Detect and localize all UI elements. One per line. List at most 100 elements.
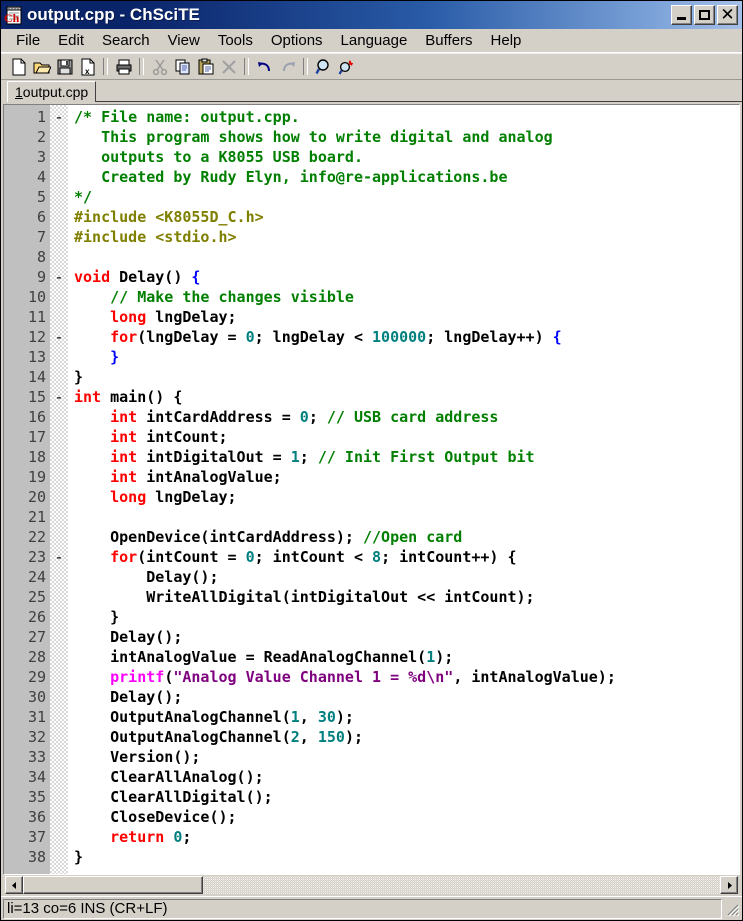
horizontal-scrollbar[interactable] — [5, 876, 738, 896]
code-line[interactable]: CloseDevice(); — [74, 807, 739, 827]
hscroll-thumb[interactable] — [23, 876, 203, 894]
code-token: 1 — [291, 448, 300, 466]
redo-button[interactable] — [276, 56, 299, 78]
menu-help[interactable]: Help — [482, 31, 531, 50]
menu-view[interactable]: View — [159, 31, 209, 50]
cut-button[interactable] — [148, 56, 171, 78]
fold-blank — [50, 847, 68, 867]
code-line[interactable]: Version(); — [74, 747, 739, 767]
line-number: 38 — [4, 847, 46, 867]
resize-grip[interactable] — [724, 901, 740, 917]
code-line[interactable]: ClearAllDigital(); — [74, 787, 739, 807]
code-line[interactable]: return 0; — [74, 827, 739, 847]
code-line[interactable] — [74, 247, 739, 267]
menu-search[interactable]: Search — [93, 31, 159, 50]
line-number: 23 — [4, 547, 46, 567]
fold-blank — [50, 727, 68, 747]
maximize-button[interactable] — [694, 5, 715, 25]
code-line[interactable]: OutputAnalogChannel(2, 150); — [74, 727, 739, 747]
code-text[interactable]: /* File name: output.cpp. This program s… — [68, 105, 739, 874]
code-line[interactable]: */ — [74, 187, 739, 207]
undo-button[interactable] — [253, 56, 276, 78]
print-button[interactable] — [112, 56, 135, 78]
replace-button[interactable] — [335, 56, 358, 78]
menu-file[interactable]: File — [7, 31, 49, 50]
code-line[interactable]: Delay(); — [74, 687, 739, 707]
code-line[interactable]: void Delay() { — [74, 267, 739, 287]
code-line[interactable]: OutputAnalogChannel(1, 30); — [74, 707, 739, 727]
save-file-button[interactable] — [53, 56, 76, 78]
status-text: li=13 co=6 INS (CR+LF) — [3, 899, 722, 919]
paste-button[interactable] — [194, 56, 217, 78]
close-file-button[interactable]: x — [76, 56, 99, 78]
scroll-left-button[interactable] — [5, 876, 23, 894]
code-line[interactable]: int main() { — [74, 387, 739, 407]
find-button[interactable] — [312, 56, 335, 78]
code-line[interactable]: long lngDelay; — [74, 307, 739, 327]
fold-toggle[interactable]: - — [50, 387, 68, 407]
delete-button[interactable] — [217, 56, 240, 78]
code-token — [74, 488, 110, 506]
menu-options[interactable]: Options — [262, 31, 332, 50]
fold-blank — [50, 227, 68, 247]
code-line[interactable]: int intAnalogValue; — [74, 467, 739, 487]
minimize-button[interactable] — [671, 5, 692, 25]
code-line[interactable]: outputs to a K8055 USB board. — [74, 147, 739, 167]
menu-edit[interactable]: Edit — [49, 31, 93, 50]
code-line[interactable]: Delay(); — [74, 627, 739, 647]
code-line[interactable]: } — [74, 347, 739, 367]
code-line[interactable]: int intDigitalOut = 1; // Init First Out… — [74, 447, 739, 467]
chscite-notepad-icon: Ch — [4, 5, 24, 25]
line-number: 7 — [4, 227, 46, 247]
copy-button[interactable] — [171, 56, 194, 78]
code-token: OpenDevice(intCardAddress); — [74, 528, 363, 546]
fold-toggle[interactable]: - — [50, 547, 68, 567]
code-token: 1 — [291, 708, 300, 726]
code-line[interactable]: /* File name: output.cpp. — [74, 107, 739, 127]
code-line[interactable]: OpenDevice(intCardAddress); //Open card — [74, 527, 739, 547]
redo-icon — [279, 58, 297, 76]
line-number: 17 — [4, 427, 46, 447]
editor-container: 1234567891011121314151617181920212223242… — [1, 102, 742, 896]
code-line[interactable] — [74, 507, 739, 527]
buffer-tab-strip: 1 output.cpp — [1, 80, 742, 102]
code-line[interactable]: } — [74, 367, 739, 387]
hscroll-track[interactable] — [23, 876, 720, 894]
fold-toggle[interactable]: - — [50, 267, 68, 287]
code-token: Delay(); — [74, 568, 219, 586]
code-line[interactable]: #include <stdio.h> — [74, 227, 739, 247]
code-line[interactable]: This program shows how to write digital … — [74, 127, 739, 147]
fold-toggle[interactable]: - — [50, 107, 68, 127]
code-line[interactable]: Created by Rudy Elyn, info@re-applicatio… — [74, 167, 739, 187]
code-line[interactable]: // Make the changes visible — [74, 287, 739, 307]
code-token: Delay() — [110, 268, 191, 286]
menu-tools[interactable]: Tools — [209, 31, 262, 50]
code-editor[interactable]: 1234567891011121314151617181920212223242… — [4, 105, 739, 874]
status-bar: li=13 co=6 INS (CR+LF) — [1, 896, 742, 920]
fold-blank — [50, 247, 68, 267]
tab-output-cpp[interactable]: 1 output.cpp — [7, 81, 96, 102]
code-line[interactable]: long lngDelay; — [74, 487, 739, 507]
code-line[interactable]: int intCount; — [74, 427, 739, 447]
line-number: 29 — [4, 667, 46, 687]
new-file-button[interactable] — [7, 56, 30, 78]
code-line[interactable]: #include <K8055D_C.h> — [74, 207, 739, 227]
code-token: WriteAllDigital(intDigitalOut << intCoun… — [74, 588, 535, 606]
code-line[interactable]: WriteAllDigital(intDigitalOut << intCoun… — [74, 587, 739, 607]
code-line[interactable]: intAnalogValue = ReadAnalogChannel(1); — [74, 647, 739, 667]
close-button[interactable]: ✕ — [717, 5, 738, 25]
fold-margin[interactable]: - - - - - — [50, 105, 68, 874]
code-line[interactable]: int intCardAddress = 0; // USB card addr… — [74, 407, 739, 427]
menu-language[interactable]: Language — [332, 31, 417, 50]
code-line[interactable]: Delay(); — [74, 567, 739, 587]
code-line[interactable]: printf("Analog Value Channel 1 = %d\n", … — [74, 667, 739, 687]
code-line[interactable]: for(intCount = 0; intCount < 8; intCount… — [74, 547, 739, 567]
menu-buffers[interactable]: Buffers — [416, 31, 481, 50]
fold-toggle[interactable]: - — [50, 327, 68, 347]
code-line[interactable]: ClearAllAnalog(); — [74, 767, 739, 787]
open-file-button[interactable] — [30, 56, 53, 78]
scroll-right-button[interactable] — [720, 876, 738, 894]
code-line[interactable]: for(lngDelay = 0; lngDelay < 100000; lng… — [74, 327, 739, 347]
code-line[interactable]: } — [74, 607, 739, 627]
code-line[interactable]: } — [74, 847, 739, 867]
